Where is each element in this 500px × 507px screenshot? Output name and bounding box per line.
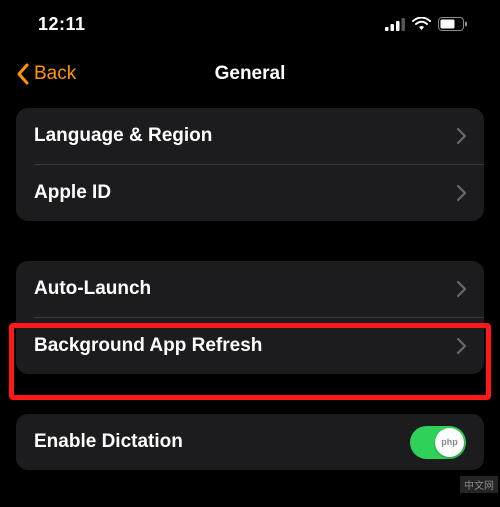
chevron-left-icon — [16, 63, 30, 85]
row-apple-id[interactable]: Apple ID — [16, 165, 484, 221]
row-label: Auto-Launch — [34, 278, 151, 300]
chevron-right-icon — [457, 281, 466, 297]
row-label: Background App Refresh — [34, 335, 262, 357]
knob-text: php — [441, 437, 458, 447]
cellular-icon — [385, 18, 405, 31]
row-enable-dictation[interactable]: Enable Dictation php — [16, 414, 484, 470]
status-icons — [385, 17, 468, 31]
back-button[interactable]: Back — [16, 63, 76, 85]
wifi-icon — [412, 17, 431, 31]
row-language-region[interactable]: Language & Region — [16, 108, 484, 164]
row-label: Apple ID — [34, 182, 111, 204]
back-label: Back — [34, 63, 76, 85]
row-label: Enable Dictation — [34, 431, 183, 453]
row-background-app-refresh[interactable]: Background App Refresh — [16, 318, 484, 374]
settings-section-3: Enable Dictation php — [16, 414, 484, 470]
chevron-right-icon — [457, 128, 466, 144]
battery-icon — [438, 17, 468, 31]
settings-section-1: Language & Region Apple ID — [16, 108, 484, 221]
watermark: 中文网 — [460, 476, 498, 493]
status-bar: 12:11 — [0, 0, 500, 48]
row-auto-launch[interactable]: Auto-Launch — [16, 261, 484, 317]
settings-section-2: Auto-Launch Background App Refresh — [16, 261, 484, 374]
chevron-right-icon — [457, 338, 466, 354]
nav-header: Back General — [0, 48, 500, 100]
status-time: 12:11 — [38, 14, 86, 35]
row-label: Language & Region — [34, 125, 212, 147]
toggle-knob: php — [435, 428, 464, 457]
chevron-right-icon — [457, 185, 466, 201]
toggle-enable-dictation[interactable]: php — [410, 426, 466, 459]
